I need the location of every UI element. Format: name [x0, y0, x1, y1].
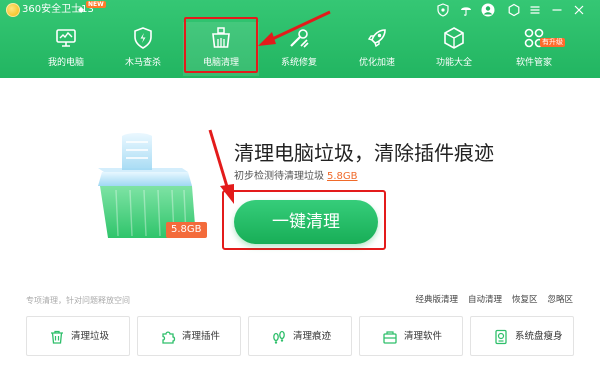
one-click-clean-button[interactable]: 一键清理 [234, 200, 378, 244]
cleanup-links: 经典版清理 自动清理 恢复区 忽略区 [415, 294, 573, 306]
disk-icon [493, 329, 509, 345]
shield-bolt-icon [131, 26, 155, 50]
app-logo-icon [6, 3, 20, 17]
settings-icon[interactable] [507, 3, 521, 17]
minimize-icon[interactable] [550, 3, 564, 17]
tab-software-manager[interactable]: 有升级 软件管家 [496, 22, 572, 76]
tab-my-computer[interactable]: 我的电脑 [28, 22, 104, 76]
garbage-size-badge: 5.8GB [166, 222, 207, 238]
annotation-arrow-button [206, 128, 240, 206]
new-badge: NEW [86, 1, 106, 8]
trash-icon [49, 329, 65, 345]
diamond-icon: ◆ [78, 5, 85, 14]
detected-garbage-label: 初步检测待清理垃圾 [234, 171, 324, 182]
tool-label: 清理软件 [404, 331, 443, 342]
footprint-icon [271, 329, 287, 345]
tab-label: 系统修复 [280, 58, 317, 68]
puzzle-icon [160, 329, 176, 345]
rocket-icon [365, 26, 389, 50]
tool-label: 清理插件 [182, 331, 221, 342]
tab-optimize-speed[interactable]: 优化加速 [339, 22, 415, 76]
tool-clean-traces[interactable]: 清理痕迹 [248, 316, 352, 356]
garbage-size-link[interactable]: 5.8GB [327, 171, 358, 182]
menu-icon[interactable] [528, 3, 542, 17]
special-cleanup-hint: 专项清理，针对问题释放空间 [26, 296, 130, 305]
tool-clean-plugins[interactable]: 清理插件 [137, 316, 241, 356]
tool-clean-garbage[interactable]: 清理垃圾 [26, 316, 130, 356]
annotation-arrow-tab [256, 8, 334, 50]
cube-icon [442, 26, 466, 50]
tab-all-functions[interactable]: 功能大全 [416, 22, 492, 76]
close-icon[interactable] [572, 3, 586, 17]
tool-label: 系统盘瘦身 [515, 331, 563, 342]
link-recovery-area[interactable]: 恢复区 [512, 294, 538, 306]
special-tools: 清理垃圾 清理插件 清理痕迹 清理软件 系统盘瘦身 [26, 316, 574, 356]
tool-clean-software[interactable]: 清理软件 [359, 316, 463, 356]
tool-label: 清理垃圾 [71, 331, 110, 342]
tool-system-disk-slim[interactable]: 系统盘瘦身 [470, 316, 574, 356]
tab-label: 软件管家 [515, 58, 552, 68]
page-heading: 清理电脑垃圾，清除插件痕迹 [234, 141, 494, 165]
tab-label: 功能大全 [435, 58, 472, 68]
link-auto-cleanup[interactable]: 自动清理 [468, 294, 502, 306]
tab-trojan-scan[interactable]: 木马查杀 [105, 22, 181, 76]
upgrade-badge: 有升级 [540, 38, 565, 47]
annotation-box-tab [184, 17, 258, 73]
shield-status-icon[interactable] [436, 3, 450, 17]
detected-garbage-text: 初步检测待清理垃圾 5.8GB [234, 170, 358, 184]
link-ignore-area[interactable]: 忽略区 [547, 294, 573, 306]
tool-label: 清理痕迹 [293, 331, 332, 342]
user-avatar-icon[interactable] [481, 3, 495, 17]
software-box-icon [382, 329, 398, 345]
tab-label: 优化加速 [358, 58, 395, 68]
monitor-icon [54, 26, 78, 50]
link-classic-cleanup[interactable]: 经典版清理 [415, 294, 458, 306]
tab-label: 木马查杀 [124, 58, 161, 68]
skin-umbrella-icon[interactable] [459, 3, 473, 17]
tab-label: 我的电脑 [47, 58, 84, 68]
